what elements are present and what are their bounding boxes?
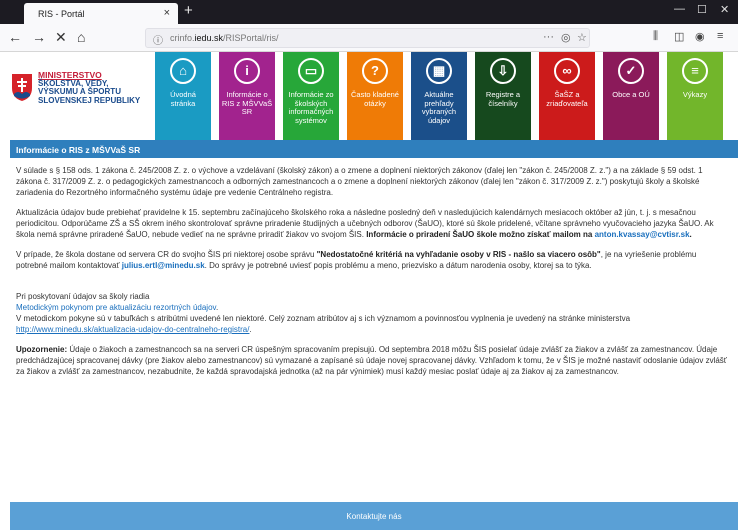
ministry-line4: SLOVENSKEJ REPUBLIKY: [38, 95, 141, 105]
nav-tile-label: Úvodná stránka: [170, 90, 196, 108]
main-content: V súlade s § 158 ods. 1 zákona č. 245/20…: [16, 165, 728, 386]
maximize-icon[interactable]: ☐: [697, 3, 707, 16]
nav-tile-faq[interactable]: ? Často kladené otázky: [347, 52, 403, 140]
nav-tile-reports[interactable]: ≡ Výkazy: [667, 52, 723, 140]
nav-tile-label: Informácie o RIS z MŠVVaŠ SR: [221, 90, 273, 116]
link-icon: ∞: [554, 58, 580, 84]
contact-us-button[interactable]: Kontaktujte nás: [10, 502, 738, 530]
download-icon: ⇩: [490, 58, 516, 84]
check-icon: ✓: [618, 58, 644, 84]
monitor-icon: ▭: [298, 58, 324, 84]
menu-icon[interactable]: ≡: [717, 30, 723, 42]
tab-title: RIS - Portál: [38, 9, 85, 19]
nav-tile-label: Často kladené otázky: [351, 90, 399, 108]
nav-tile-registers[interactable]: ⇩ Registre a číselníky: [475, 52, 531, 140]
new-tab-icon[interactable]: +: [184, 2, 193, 19]
forward-icon[interactable]: →: [32, 29, 46, 45]
nav-tile-overviews[interactable]: ▦ Aktuálne prehľady vybraných údajov: [411, 52, 467, 140]
home-icon[interactable]: ⌂: [77, 29, 85, 45]
nav-tile-home[interactable]: ⌂ Úvodná stránka: [155, 52, 211, 140]
address-bar[interactable]: ⓘ crinfo.iedu.sk/RISPortal/ris/ ··· ◎ ☆: [145, 28, 590, 48]
nav-tile-info-ris[interactable]: i Informácie o RIS z MŠVVaŠ SR: [219, 52, 275, 140]
info-icon: i: [234, 58, 260, 84]
paragraph-legal: V súlade s § 158 ods. 1 zákona č. 245/20…: [16, 166, 703, 197]
url-text: crinfo.iedu.sk/RISPortal/ris/: [170, 33, 279, 43]
info-icon[interactable]: ⓘ: [153, 32, 163, 47]
nav-tile-label: Výkazy: [682, 90, 708, 99]
paragraph-guidelines: Pri poskytovaní údajov sa školy riadia M…: [16, 292, 631, 334]
email-link-ertl[interactable]: julius.ertl@minedu.sk: [122, 261, 205, 270]
slovak-emblem-icon: [12, 74, 32, 101]
site-header: MINISTERSTVO ŠKOLSTVA, VEDY, VÝSKUMU A Š…: [0, 52, 738, 140]
window-close-icon[interactable]: ✕: [720, 3, 729, 16]
list-icon: ≡: [682, 58, 708, 84]
page-actions-icon[interactable]: ···: [543, 31, 554, 43]
browser-tab[interactable]: RIS - Portál ×: [24, 3, 178, 24]
tab-close-icon[interactable]: ×: [164, 7, 170, 19]
minimize-icon[interactable]: —: [674, 3, 685, 15]
nav-tile-label: Registre a číselníky: [485, 90, 521, 108]
nav-tile-label: Obce a OÚ: [612, 90, 650, 99]
paragraph-warning: Upozornenie: Údaje o žiakoch a zamestnan…: [16, 345, 727, 376]
home-icon: ⌂: [170, 58, 196, 84]
nav-tile-municipalities[interactable]: ✓ Obce a OÚ: [603, 52, 659, 140]
ministry-url-link[interactable]: http://www.minedu.sk/aktualizacia-udajov…: [16, 325, 249, 334]
paragraph-server: V prípade, že škola dostane od servera C…: [16, 250, 697, 270]
account-icon[interactable]: ◉: [695, 30, 705, 43]
bookmark-star-icon[interactable]: ☆: [577, 31, 587, 44]
nav-tile-label: Informácie zo školských informačných sys…: [288, 90, 334, 125]
nav-tile-label: ŠaŠZ a zriaďovateľa: [546, 90, 588, 108]
email-link-kvassay[interactable]: anton.kvassay@cvtisr.sk: [595, 230, 690, 239]
calculator-icon: ▦: [426, 58, 452, 84]
ministry-logo-text[interactable]: MINISTERSTVO ŠKOLSTVA, VEDY, VÝSKUMU A Š…: [38, 71, 148, 105]
guidelines-link[interactable]: Metodickým pokynom pre aktualizáciu rezo…: [16, 303, 216, 312]
nav-tile-school-systems[interactable]: ▭ Informácie zo školských informačných s…: [283, 52, 339, 140]
paragraph-update: Aktualizácia údajov bude prebiehať pravi…: [16, 208, 714, 239]
nav-tile-label: Aktuálne prehľady vybraných údajov: [421, 90, 457, 125]
back-icon[interactable]: ←: [8, 29, 22, 45]
stop-icon[interactable]: ✕: [55, 29, 67, 46]
browser-navbar: ← → ✕ ⌂ ⓘ crinfo.iedu.sk/RISPortal/ris/ …: [0, 24, 738, 52]
library-icon[interactable]: ⫼: [653, 30, 658, 43]
question-icon: ?: [362, 58, 388, 84]
section-title: Informácie o RIS z MŠVVaŠ SR: [10, 140, 738, 158]
browser-titlebar: RIS - Portál × + — ☐ ✕: [0, 0, 738, 24]
nav-tile-sasz[interactable]: ∞ ŠaŠZ a zriaďovateľa: [539, 52, 595, 140]
pocket-icon[interactable]: ◎: [561, 31, 571, 44]
sidebar-icon[interactable]: ◫: [674, 30, 684, 43]
